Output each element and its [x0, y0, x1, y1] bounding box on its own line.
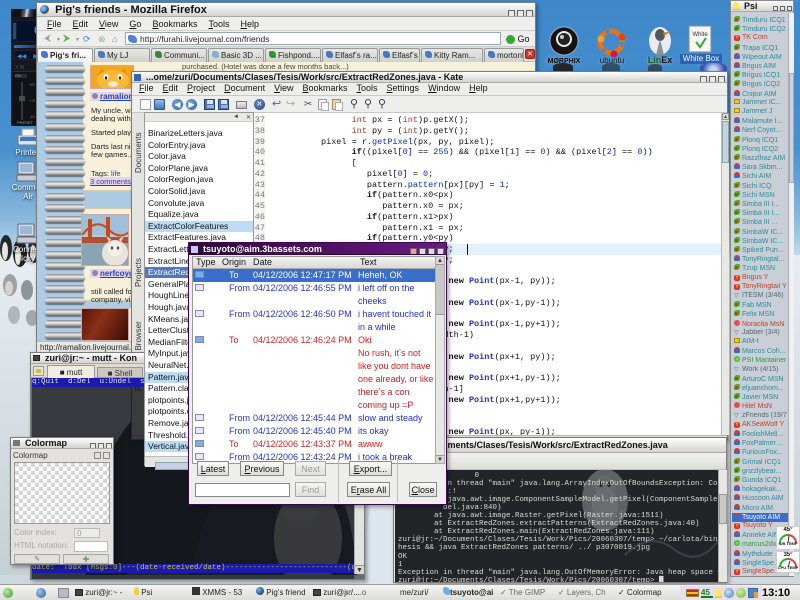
svg-text:White: White	[692, 32, 708, 38]
